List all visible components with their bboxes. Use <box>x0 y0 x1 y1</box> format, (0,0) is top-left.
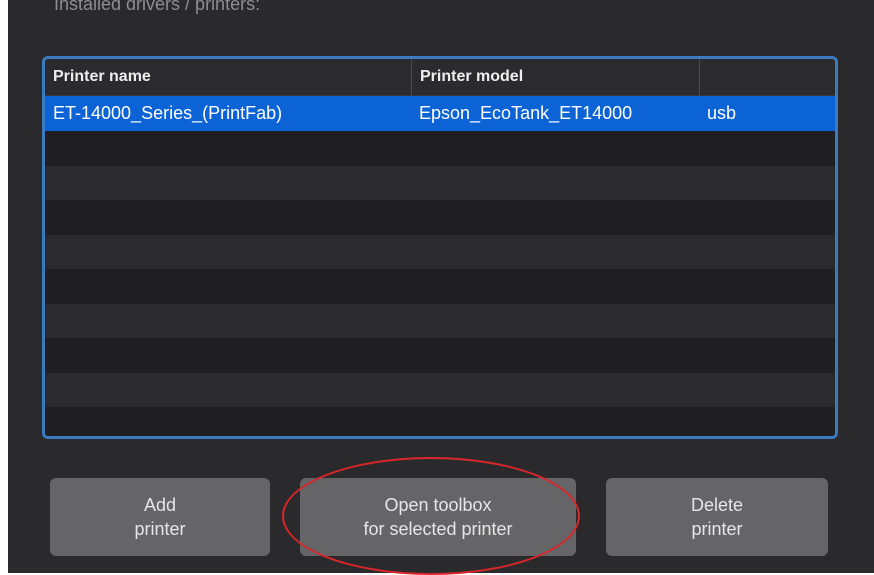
cell-printer-name: ET-14000_Series_(PrintFab) <box>53 103 283 123</box>
table-row[interactable] <box>45 372 835 407</box>
cell-connection: usb <box>707 103 737 123</box>
printer-table[interactable]: Printer name Printer model ET-14000_Seri… <box>42 56 838 439</box>
table-row[interactable] <box>45 269 835 304</box>
table-row[interactable] <box>45 131 835 166</box>
table-body: ET-14000_Series_(PrintFab) Epson_EcoTank… <box>45 96 835 436</box>
column-header-printer-model[interactable]: Printer model <box>411 59 699 95</box>
add-printer-label: Add printer <box>134 495 186 539</box>
cell-printer-model: Epson_EcoTank_ET14000 <box>419 103 633 123</box>
open-toolbox-button[interactable]: Open toolbox for selected printer <box>300 478 576 556</box>
table-row[interactable] <box>45 303 835 338</box>
table-row[interactable] <box>45 234 835 269</box>
delete-printer-button[interactable]: Delete printer <box>606 478 828 556</box>
column-header-printer-name[interactable]: Printer name <box>45 59 411 95</box>
printer-manager-window: Installed drivers / printers: Printer na… <box>8 0 874 573</box>
column-header-connection[interactable] <box>699 59 835 95</box>
table-header: Printer name Printer model <box>45 59 835 96</box>
table-row-selected[interactable]: ET-14000_Series_(PrintFab) Epson_EcoTank… <box>45 96 835 131</box>
table-row[interactable] <box>45 165 835 200</box>
add-printer-button[interactable]: Add printer <box>50 478 270 556</box>
delete-printer-label: Delete printer <box>690 495 744 539</box>
table-row[interactable] <box>45 200 835 235</box>
section-heading: Installed drivers / printers: <box>54 0 261 14</box>
table-row[interactable] <box>45 407 835 436</box>
table-row[interactable] <box>45 338 835 373</box>
open-toolbox-label: Open toolbox for selected printer <box>363 495 513 539</box>
